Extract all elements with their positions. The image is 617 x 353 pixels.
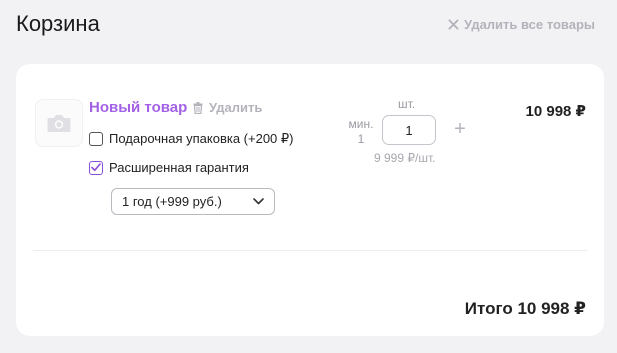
product-thumbnail[interactable] (35, 99, 83, 147)
trash-icon (193, 101, 203, 114)
close-icon (448, 19, 459, 30)
quantity-min-text: мин. (348, 117, 374, 131)
chevron-down-icon (253, 198, 264, 205)
unit-price: 9 999 ₽/шт. (374, 151, 436, 165)
quantity-input[interactable] (382, 115, 436, 145)
gift-wrap-option[interactable]: Подарочная упаковка (+200 ₽) (89, 131, 294, 147)
order-total: Итого 10 998 ₽ (464, 299, 586, 318)
camera-icon (47, 115, 71, 132)
remove-item-button[interactable]: Удалить (193, 100, 262, 115)
quantity-increase-button[interactable]: + (450, 118, 470, 140)
warranty-period-value: 1 год (+999 руб.) (122, 194, 222, 209)
quantity-min-label: мин. 1 (346, 117, 376, 147)
line-price: 10 998 ₽ (525, 103, 586, 120)
checkmark-icon (91, 163, 101, 172)
divider (33, 250, 587, 251)
quantity-min-value: 1 (357, 132, 365, 146)
extended-warranty-checkbox[interactable] (89, 160, 103, 175)
page-title: Корзина (16, 11, 100, 36)
remove-item-label: Удалить (209, 100, 263, 115)
extended-warranty-label: Расширенная гарантия (109, 160, 249, 175)
quantity-unit-label: шт. (398, 97, 416, 111)
cart-card: Новый товар Удалить Подарочная упаковка … (16, 64, 604, 336)
gift-wrap-checkbox[interactable] (89, 132, 103, 146)
clear-all-button[interactable]: Удалить все товары (448, 17, 595, 32)
warranty-period-select[interactable]: 1 год (+999 руб.) (111, 188, 275, 215)
clear-all-label: Удалить все товары (464, 17, 595, 32)
extended-warranty-option[interactable]: Расширенная гарантия (89, 160, 249, 175)
gift-wrap-label: Подарочная упаковка (+200 ₽) (109, 131, 294, 146)
product-name-link[interactable]: Новый товар (89, 99, 187, 116)
